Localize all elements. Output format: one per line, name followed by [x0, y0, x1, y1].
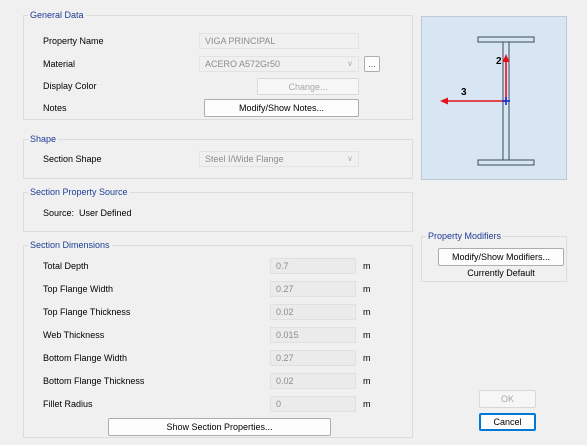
- dimension-unit: m: [363, 261, 371, 271]
- i-beam-drawing: [440, 36, 535, 166]
- property-name-field[interactable]: VIGA PRINCIPAL: [199, 33, 359, 49]
- general-data-title: General Data: [28, 10, 86, 21]
- dimension-unit: m: [363, 376, 371, 386]
- dimension-unit: m: [363, 330, 371, 340]
- dimension-input[interactable]: 0.02: [270, 373, 356, 389]
- dimension-unit: m: [363, 399, 371, 409]
- dimension-label: Fillet Radius: [43, 399, 93, 409]
- property-modifiers-title: Property Modifiers: [426, 231, 504, 242]
- axis-2-label: 2: [496, 56, 502, 67]
- material-select-value: ACERO A572Gr50: [205, 59, 281, 69]
- section-property-source-title: Section Property Source: [28, 187, 130, 198]
- section-shape-label: Section Shape: [43, 154, 102, 164]
- dimension-label: Top Flange Thickness: [43, 307, 131, 317]
- dimension-input[interactable]: 0.27: [270, 281, 356, 297]
- dimension-input[interactable]: 0.02: [270, 304, 356, 320]
- dimension-label: Total Depth: [43, 261, 89, 271]
- dimension-input[interactable]: 0: [270, 396, 356, 412]
- change-color-button[interactable]: Change...: [257, 78, 359, 95]
- dimension-input[interactable]: 0.27: [270, 350, 356, 366]
- section-preview: 2 3: [421, 16, 567, 180]
- property-name-label: Property Name: [43, 36, 104, 46]
- dimension-label: Web Thickness: [43, 330, 105, 340]
- dimension-input[interactable]: 0.015: [270, 327, 356, 343]
- section-shape-select[interactable]: Steel I/Wide Flange ∨: [199, 151, 359, 167]
- modifiers-status: Currently Default: [467, 268, 535, 278]
- dimension-label: Bottom Flange Width: [43, 353, 128, 363]
- dimension-input[interactable]: 0.7: [270, 258, 356, 274]
- show-section-properties-button[interactable]: Show Section Properties...: [108, 418, 331, 436]
- display-color-swatch[interactable]: [204, 79, 252, 93]
- material-select[interactable]: ACERO A572Gr50 ∨: [199, 56, 359, 72]
- chevron-down-icon: ∨: [347, 59, 353, 68]
- modify-show-notes-button[interactable]: Modify/Show Notes...: [204, 99, 359, 117]
- modify-show-modifiers-button[interactable]: Modify/Show Modifiers...: [438, 248, 564, 266]
- shape-title: Shape: [28, 134, 59, 145]
- display-color-label: Display Color: [43, 81, 97, 91]
- axis-3-label: 3: [461, 87, 467, 98]
- source-text: Source: User Defined: [43, 208, 132, 218]
- axis-3-arrowhead: [440, 97, 448, 105]
- section-shape-value: Steel I/Wide Flange: [205, 154, 284, 164]
- dimension-label: Bottom Flange Thickness: [43, 376, 145, 386]
- notes-label: Notes: [43, 103, 67, 113]
- chevron-down-icon: ∨: [347, 154, 353, 163]
- dimension-unit: m: [363, 284, 371, 294]
- dimension-unit: m: [363, 307, 371, 317]
- section-dimensions-title: Section Dimensions: [28, 240, 112, 251]
- material-more-button[interactable]: ...: [364, 56, 380, 72]
- material-label: Material: [43, 59, 76, 69]
- dimension-label: Top Flange Width: [43, 284, 114, 294]
- ok-button[interactable]: OK: [479, 390, 536, 408]
- dimension-unit: m: [363, 353, 371, 363]
- cancel-button[interactable]: Cancel: [479, 413, 536, 431]
